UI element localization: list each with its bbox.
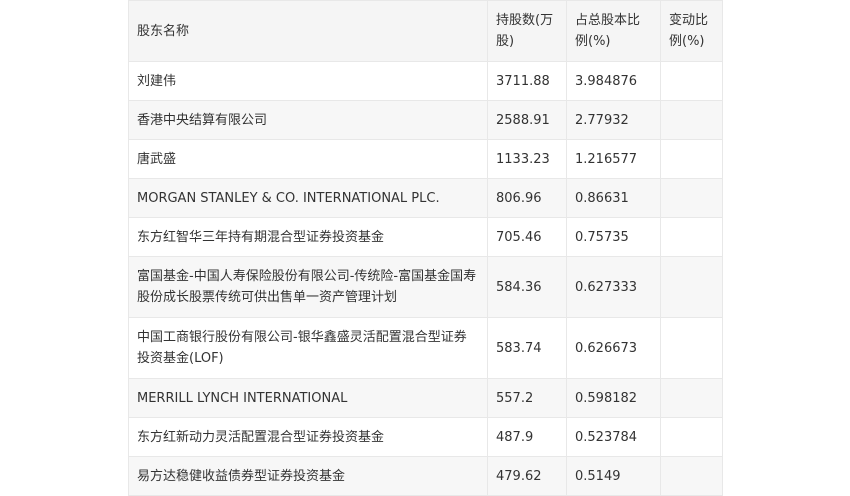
cell-share-ratio: 2.77932	[566, 100, 661, 140]
table-row: MERRILL LYNCH INTERNATIONAL 557.2 0.5981…	[128, 378, 723, 418]
table-row: MORGAN STANLEY & CO. INTERNATIONAL PLC. …	[128, 178, 723, 218]
cell-shares-held: 705.46	[487, 217, 567, 257]
table-row: 东方红新动力灵活配置混合型证券投资基金 487.9 0.523784	[128, 417, 723, 457]
table-row: 东方红智华三年持有期混合型证券投资基金 705.46 0.75735	[128, 217, 723, 257]
cell-change-ratio	[660, 378, 723, 418]
cell-shareholder-name: 唐武盛	[128, 139, 488, 179]
header-shares-held: 持股数(万股)	[487, 0, 567, 62]
cell-shares-held: 584.36	[487, 256, 567, 318]
cell-change-ratio	[660, 178, 723, 218]
cell-shares-held: 557.2	[487, 378, 567, 418]
cell-shareholder-name: MORGAN STANLEY & CO. INTERNATIONAL PLC.	[128, 178, 488, 218]
cell-share-ratio: 3.984876	[566, 61, 661, 101]
cell-change-ratio	[660, 139, 723, 179]
cell-change-ratio	[660, 100, 723, 140]
cell-shareholder-name: 刘建伟	[128, 61, 488, 101]
cell-shares-held: 2588.91	[487, 100, 567, 140]
cell-shareholder-name: 东方红智华三年持有期混合型证券投资基金	[128, 217, 488, 257]
cell-shareholder-name: 中国工商银行股份有限公司-银华鑫盛灵活配置混合型证券投资基金(LOF)	[128, 317, 488, 379]
cell-shares-held: 806.96	[487, 178, 567, 218]
cell-share-ratio: 0.626673	[566, 317, 661, 379]
cell-shareholder-name: 香港中央结算有限公司	[128, 100, 488, 140]
cell-share-ratio: 0.598182	[566, 378, 661, 418]
cell-change-ratio	[660, 317, 723, 379]
table-row: 香港中央结算有限公司 2588.91 2.77932	[128, 100, 723, 140]
header-shareholder-name: 股东名称	[128, 0, 488, 62]
table-row: 富国基金-中国人寿保险股份有限公司-传统险-富国基金国寿股份成长股票传统可供出售…	[128, 256, 723, 318]
cell-change-ratio	[660, 456, 723, 496]
cell-shareholder-name: 易方达稳健收益债券型证券投资基金	[128, 456, 488, 496]
table-row: 唐武盛 1133.23 1.216577	[128, 139, 723, 179]
table-row: 刘建伟 3711.88 3.984876	[128, 61, 723, 101]
cell-shares-held: 487.9	[487, 417, 567, 457]
cell-change-ratio	[660, 217, 723, 257]
header-share-ratio: 占总股本比例(%)	[566, 0, 661, 62]
table-row: 易方达稳健收益债券型证券投资基金 479.62 0.5149	[128, 456, 723, 496]
shareholder-table: 股东名称 持股数(万股) 占总股本比例(%) 变动比例(%) 刘建伟 3711.…	[128, 0, 723, 496]
shareholder-table-container: 股东名称 持股数(万股) 占总股本比例(%) 变动比例(%) 刘建伟 3711.…	[128, 0, 723, 496]
cell-shares-held: 583.74	[487, 317, 567, 379]
cell-shareholder-name: 富国基金-中国人寿保险股份有限公司-传统险-富国基金国寿股份成长股票传统可供出售…	[128, 256, 488, 318]
cell-share-ratio: 0.5149	[566, 456, 661, 496]
cell-share-ratio: 0.627333	[566, 256, 661, 318]
cell-shares-held: 1133.23	[487, 139, 567, 179]
cell-change-ratio	[660, 417, 723, 457]
header-change-ratio: 变动比例(%)	[660, 0, 723, 62]
cell-change-ratio	[660, 61, 723, 101]
cell-share-ratio: 1.216577	[566, 139, 661, 179]
cell-change-ratio	[660, 256, 723, 318]
cell-shareholder-name: MERRILL LYNCH INTERNATIONAL	[128, 378, 488, 418]
cell-share-ratio: 0.75735	[566, 217, 661, 257]
cell-share-ratio: 0.523784	[566, 417, 661, 457]
cell-shares-held: 3711.88	[487, 61, 567, 101]
cell-shareholder-name: 东方红新动力灵活配置混合型证券投资基金	[128, 417, 488, 457]
cell-shares-held: 479.62	[487, 456, 567, 496]
table-row: 中国工商银行股份有限公司-银华鑫盛灵活配置混合型证券投资基金(LOF) 583.…	[128, 317, 723, 379]
table-header-row: 股东名称 持股数(万股) 占总股本比例(%) 变动比例(%)	[128, 0, 723, 62]
cell-share-ratio: 0.86631	[566, 178, 661, 218]
